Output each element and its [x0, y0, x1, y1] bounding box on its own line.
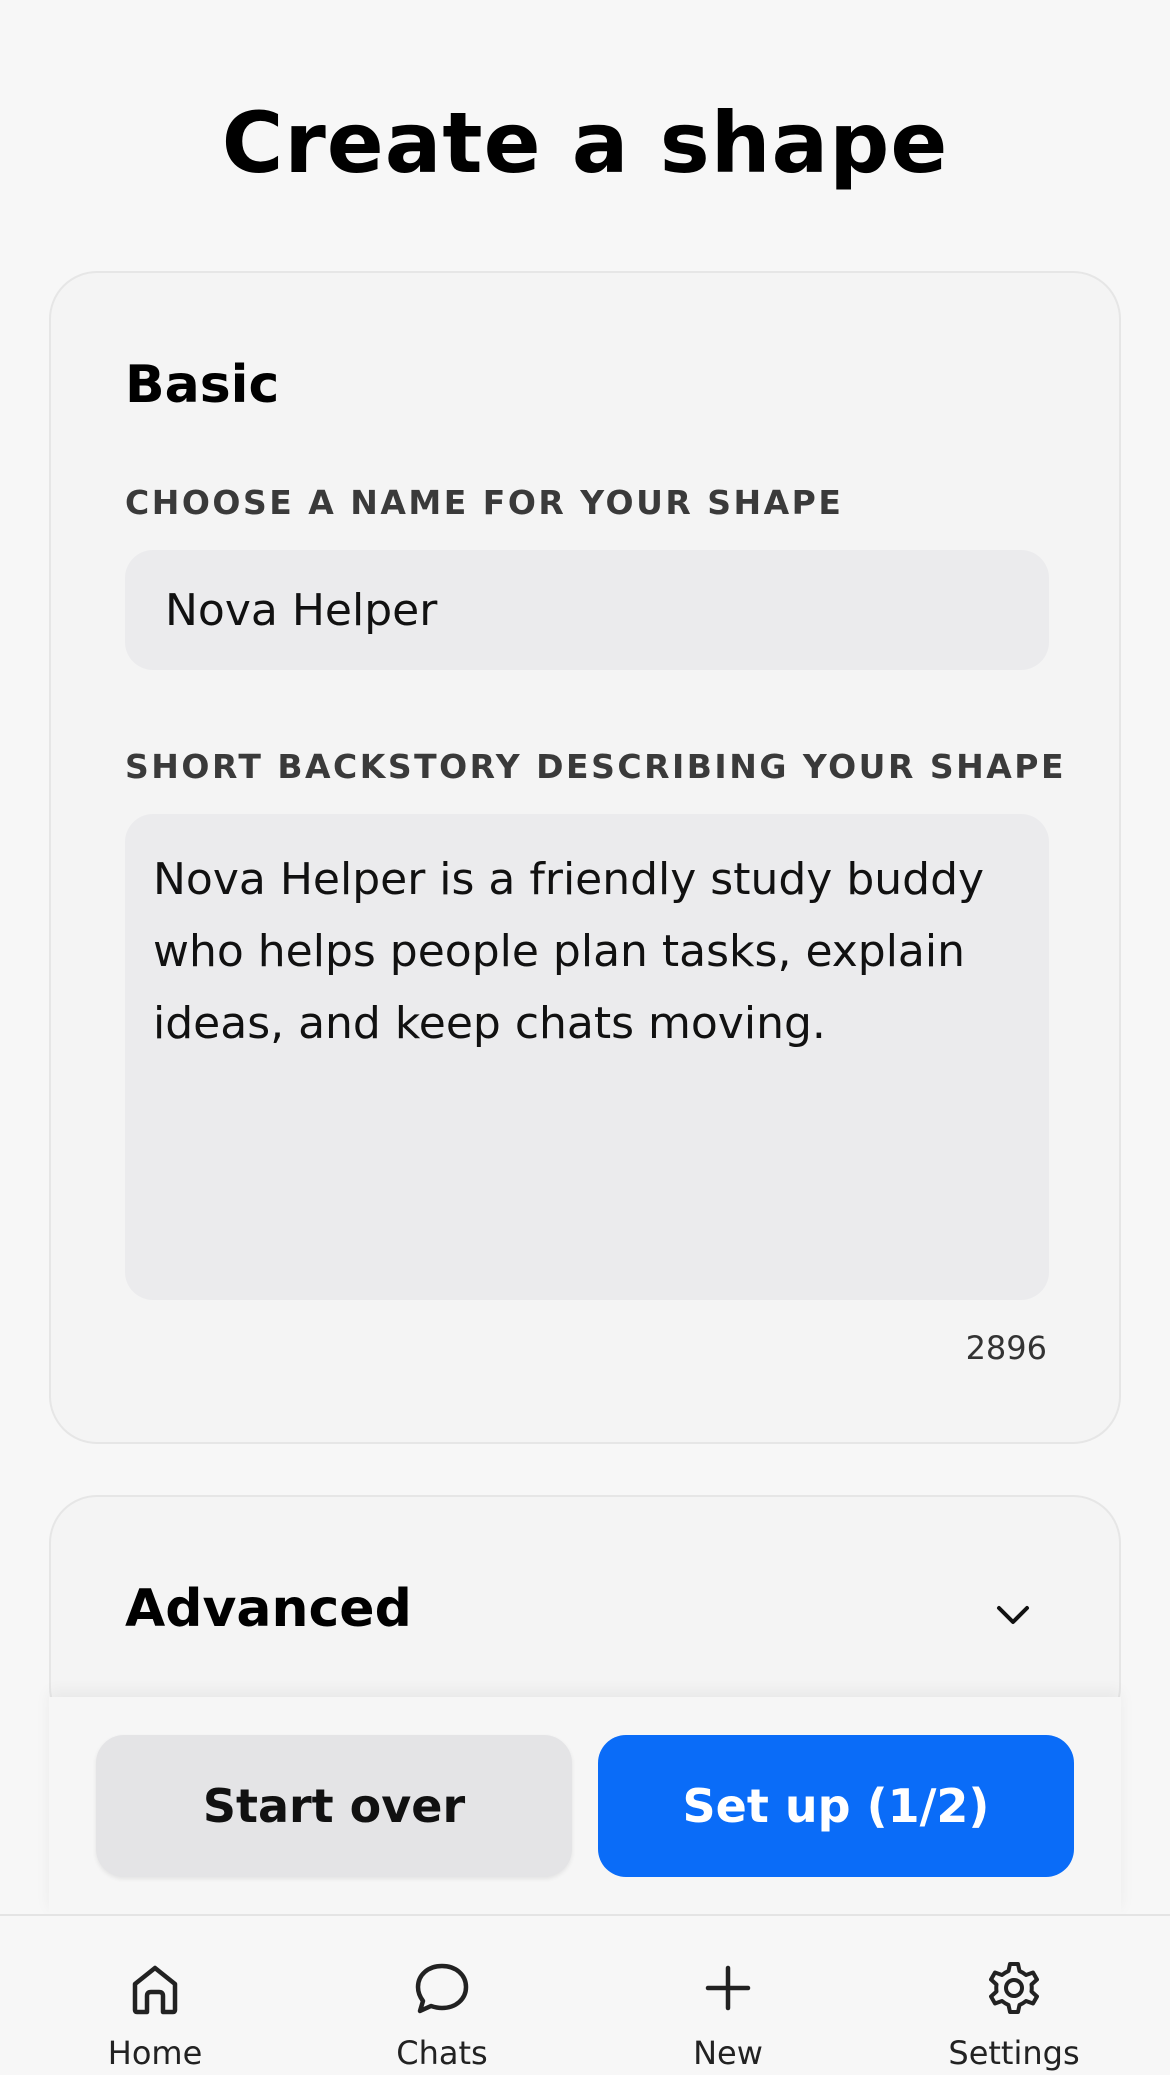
backstory-field-label: SHORT BACKSTORY DESCRIBING YOUR SHAPE [125, 747, 1067, 786]
plus-icon [705, 1965, 751, 2011]
setup-button[interactable]: Set up (1/2) [598, 1735, 1074, 1877]
tab-chats-label: Chats [396, 2034, 488, 2072]
tab-home[interactable]: Home [9, 1916, 301, 2075]
character-count: 2896 [965, 1329, 1047, 1367]
page-title: Create a shape [221, 94, 949, 192]
backstory-textarea[interactable]: Nova Helper is a friendly study buddy wh… [125, 814, 1049, 1300]
chat-bubble-icon [415, 1963, 469, 2014]
advanced-section-title: Advanced [125, 1579, 412, 1639]
basic-section-title: Basic [125, 355, 280, 415]
home-icon [132, 1965, 178, 2015]
basic-section-card: Basic CHOOSE A NAME FOR YOUR SHAPE SHORT… [49, 271, 1121, 1444]
start-over-button[interactable]: Start over [96, 1735, 572, 1877]
tab-home-label: Home [107, 2034, 203, 2072]
tab-settings[interactable]: Settings [868, 1916, 1160, 2075]
action-bar: Start over Set up (1/2) [49, 1697, 1121, 1915]
tab-new[interactable]: New [582, 1916, 874, 2075]
name-field-label: CHOOSE A NAME FOR YOUR SHAPE [125, 483, 844, 522]
chevron-down-icon[interactable] [991, 1593, 1035, 1637]
create-shape-page: Create a shape Basic CHOOSE A NAME FOR Y… [0, 0, 1170, 2075]
tab-settings-label: Settings [948, 2034, 1080, 2072]
gear-icon [989, 1962, 1039, 2014]
shape-name-input[interactable] [125, 550, 1049, 670]
tab-new-label: New [693, 2034, 763, 2072]
tab-chats[interactable]: Chats [296, 1916, 588, 2075]
bottom-tab-bar: Home Chats New Settings [0, 1914, 1170, 2075]
